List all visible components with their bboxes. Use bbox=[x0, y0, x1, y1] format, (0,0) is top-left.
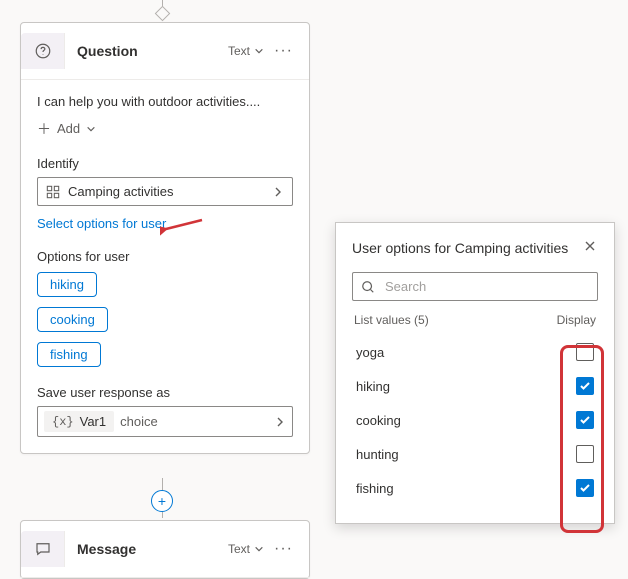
plus-icon: ＋ bbox=[37, 122, 51, 136]
options-label: Options for user bbox=[37, 249, 293, 264]
panel-title: User options for Camping activities bbox=[352, 240, 568, 256]
type-dropdown[interactable]: Text bbox=[228, 542, 270, 556]
list-item: fishing bbox=[352, 471, 598, 505]
question-node[interactable]: Question Text ··· I can help you with ou… bbox=[20, 22, 310, 454]
variable-icon: {x} bbox=[52, 415, 74, 429]
add-button[interactable]: ＋ Add bbox=[37, 119, 96, 138]
chevron-down-icon bbox=[254, 544, 264, 554]
add-node-button[interactable]: + bbox=[151, 490, 173, 512]
list-item: hunting bbox=[352, 437, 598, 471]
chevron-right-icon bbox=[274, 416, 286, 428]
list-item-label: hunting bbox=[356, 447, 399, 462]
chevron-down-icon bbox=[254, 46, 264, 56]
close-button[interactable] bbox=[582, 237, 598, 258]
variable-picker[interactable]: {x} Var1 choice bbox=[37, 406, 293, 437]
list-item: yoga bbox=[352, 335, 598, 369]
option-chip[interactable]: fishing bbox=[37, 342, 101, 367]
save-as-label: Save user response as bbox=[37, 385, 293, 400]
type-label: Text bbox=[228, 542, 250, 556]
card-header: Message Text ··· bbox=[21, 521, 309, 578]
variable-name: Var1 bbox=[80, 414, 107, 429]
add-label: Add bbox=[57, 121, 80, 136]
list-item-label: fishing bbox=[356, 481, 394, 496]
card-title: Message bbox=[65, 541, 228, 557]
display-column-label: Display bbox=[557, 313, 596, 327]
search-input[interactable] bbox=[383, 278, 589, 295]
option-chip[interactable]: cooking bbox=[37, 307, 108, 332]
display-checkbox[interactable] bbox=[576, 479, 594, 497]
chevron-right-icon bbox=[272, 186, 284, 198]
type-label: Text bbox=[228, 44, 250, 58]
prompt-text: I can help you with outdoor activities..… bbox=[37, 94, 293, 109]
options-list: yoga hiking cooking hunting fishing bbox=[352, 335, 598, 505]
display-checkbox[interactable] bbox=[576, 445, 594, 463]
more-menu[interactable]: ··· bbox=[270, 42, 297, 60]
type-dropdown[interactable]: Text bbox=[228, 44, 270, 58]
message-node[interactable]: Message Text ··· bbox=[20, 520, 310, 579]
flow-connector-diamond bbox=[155, 6, 171, 22]
card-header: Question Text ··· bbox=[21, 23, 309, 80]
identify-label: Identify bbox=[37, 156, 293, 171]
list-item: cooking bbox=[352, 403, 598, 437]
list-item-label: cooking bbox=[356, 413, 401, 428]
list-item-label: hiking bbox=[356, 379, 390, 394]
variable-type: choice bbox=[120, 414, 158, 429]
search-input-wrapper[interactable] bbox=[352, 272, 598, 301]
message-icon bbox=[21, 531, 65, 567]
chevron-down-icon bbox=[86, 124, 96, 134]
list-item-label: yoga bbox=[356, 345, 384, 360]
question-icon bbox=[21, 33, 65, 69]
display-checkbox[interactable] bbox=[576, 343, 594, 361]
display-checkbox[interactable] bbox=[576, 411, 594, 429]
entity-value: Camping activities bbox=[68, 184, 272, 199]
card-title: Question bbox=[65, 43, 228, 59]
options-chips: hiking cooking fishing bbox=[37, 272, 293, 367]
entity-icon bbox=[46, 185, 60, 199]
variable-pill: {x} Var1 bbox=[44, 411, 114, 432]
user-options-panel: User options for Camping activities List… bbox=[335, 222, 615, 524]
more-menu[interactable]: ··· bbox=[270, 540, 297, 558]
list-values-label: List values (5) bbox=[354, 313, 429, 327]
display-checkbox[interactable] bbox=[576, 377, 594, 395]
search-icon bbox=[361, 280, 375, 294]
close-icon bbox=[584, 240, 596, 252]
select-options-link[interactable]: Select options for user bbox=[37, 216, 166, 231]
option-chip[interactable]: hiking bbox=[37, 272, 97, 297]
entity-picker[interactable]: Camping activities bbox=[37, 177, 293, 206]
list-item: hiking bbox=[352, 369, 598, 403]
